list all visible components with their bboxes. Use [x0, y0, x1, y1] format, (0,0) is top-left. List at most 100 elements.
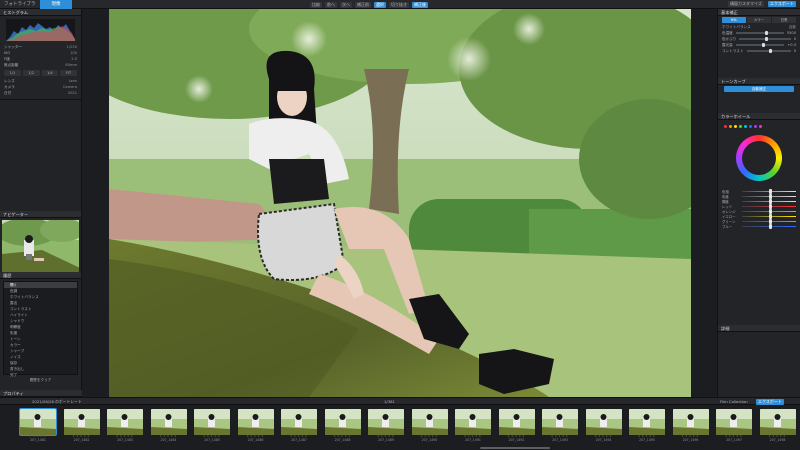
filmstrip-thumbnail[interactable]: ★★★★★ 207_1489 [366, 408, 405, 448]
navigator-preview[interactable] [2, 220, 79, 272]
filmstrip-thumbnail[interactable]: ★★★★★ 207_1498 [758, 408, 797, 448]
right-panel: 基本補正 HSL カラー 白黒 ホワイトバランス 自動 色温度 5500 色かぶり 0… [717, 9, 800, 397]
filmstrip-thumbnail[interactable]: ★★★★★ 207_1482 [62, 408, 101, 448]
hsl-slider[interactable] [742, 219, 796, 224]
zoom-1-2-button[interactable]: 1/2 [22, 70, 40, 76]
thumbnail-image [411, 409, 448, 435]
thumbnail-filename: 207_1483 [117, 438, 133, 442]
swatch-purple[interactable] [754, 124, 757, 128]
slider-knob[interactable] [769, 224, 772, 229]
hsl-slider[interactable] [742, 204, 796, 209]
detail-header[interactable]: 詳細 [718, 325, 800, 332]
thumbnail-image [368, 409, 404, 435]
zoom-1-4-button[interactable]: 1/4 [41, 70, 59, 76]
filmstrip-thumbnail[interactable]: ★★★★★ 207_1490 [410, 408, 449, 448]
swatch-red[interactable] [724, 124, 727, 128]
filmstrip-thumbnail[interactable]: ★★★★★ 207_1481 [18, 408, 57, 448]
color-wheel[interactable] [736, 135, 782, 181]
filmstrip-scrollbar[interactable] [480, 447, 550, 449]
export-top-button[interactable]: エクスポート [768, 1, 796, 7]
swatch-aqua[interactable] [744, 124, 747, 128]
contrast-slider[interactable] [746, 48, 791, 54]
zoom-fit-button[interactable]: FIT [60, 70, 77, 76]
properties-header[interactable]: プロパティ [0, 390, 82, 397]
mode-bw-button[interactable]: 白黒 [772, 17, 796, 23]
filmstrip-thumbnail[interactable]: ★★★★★ 207_1485 [192, 408, 231, 448]
select-tool-button[interactable]: 選択 [374, 1, 386, 8]
image-viewer[interactable] [82, 9, 717, 397]
filmstrip-thumbnail[interactable]: ★★★★★ 207_1488 [323, 408, 362, 448]
crop-tool-button[interactable]: 切り抜き [389, 1, 409, 8]
tab-develop[interactable]: 現像 [40, 0, 72, 9]
filmstrip-thumbnail[interactable]: ★★★★★ 207_1495 [627, 408, 666, 448]
filmstrip-thumbnail[interactable]: ★★★★★ 207_1486 [236, 408, 275, 448]
filmstrip-thumbnail[interactable]: ★★★★★ 207_1484 [149, 408, 188, 448]
thumbnail-filename: 207_1491 [465, 438, 481, 442]
hsl-rows: 色相 彩度 輝度 レッド オレンジ イエロー グリーン ブルー [718, 189, 800, 229]
navigator-header[interactable]: ナビゲーター [0, 211, 81, 218]
filmstrip-thumbnail[interactable]: ★★★★★ 207_1483 [105, 408, 144, 448]
filmstrip-thumbnail[interactable]: ★★★★★ 207_1494 [584, 408, 623, 448]
mode-color-button[interactable]: カラー [747, 17, 771, 23]
histogram-graph [6, 23, 75, 41]
hsl-slider[interactable] [742, 189, 796, 194]
swatch-yellow[interactable] [734, 124, 737, 128]
tint-slider[interactable] [739, 36, 791, 42]
filmstrip-thumbnail[interactable]: ★★★★★ 207_1493 [540, 408, 579, 448]
thumbnail-image [324, 409, 361, 435]
auto-adjust-button[interactable]: 自動補正 [724, 86, 794, 92]
exif-value: 85mm [65, 63, 77, 67]
exposure-slider[interactable] [735, 42, 785, 48]
tab-library[interactable]: フォトライブラリ [0, 0, 40, 16]
thumbnail-image [19, 408, 57, 436]
filmstrip-thumbnail[interactable]: ★★★★★ 207_1496 [671, 408, 710, 448]
filmstrip-bar: 2021/06/26 のポートレート 1/381 Film Collection… [0, 397, 800, 405]
slider-knob[interactable] [769, 189, 772, 194]
thumbnail-image [716, 409, 752, 435]
hsl-slider[interactable] [742, 199, 796, 204]
thumbnail-filename: 207_1487 [291, 438, 307, 442]
slider-knob[interactable] [769, 194, 772, 199]
next-button[interactable]: 次へ [340, 1, 352, 8]
hsl-slider[interactable] [742, 209, 796, 214]
mode-hsl-button[interactable]: HSL [722, 17, 746, 23]
basic-adjust-header[interactable]: 基本補正 [718, 9, 800, 16]
filmstrip-thumbnail[interactable]: ★★★★★ 207_1491 [453, 408, 492, 448]
zoom-1-1-button[interactable]: 1/1 [4, 70, 21, 76]
compose-button[interactable]: 構図カスタマイズ [728, 1, 764, 7]
slider-knob[interactable] [769, 219, 772, 224]
prev-button[interactable]: 前へ [325, 1, 337, 8]
history-header[interactable]: 履歴 [0, 272, 81, 279]
swatch-orange[interactable] [729, 124, 732, 128]
swatch-magenta[interactable] [759, 124, 762, 128]
left-panel: ヒストグラム シャッター 1/250 ISO 100 F値 2.0 焦点距離 85mm … [0, 9, 82, 397]
thumbnail-filename: 207_1486 [247, 438, 264, 442]
filmstrip: ★★★★★ 207_1481 ★★★★★ 207_1482 ★★★★★ 207_1483 ★… [0, 405, 800, 450]
slider-knob[interactable] [769, 214, 772, 219]
histogram [6, 19, 75, 41]
thumbnail-image [63, 409, 100, 435]
tone-curve-header[interactable]: トーンカーブ [718, 78, 800, 85]
main-photo[interactable] [109, 9, 691, 397]
compare-button[interactable]: 比較 [310, 1, 322, 8]
swatch-green[interactable] [739, 124, 742, 128]
before-button[interactable]: 補正前 [355, 1, 371, 8]
exif-label: 焦点距離 [4, 63, 19, 67]
hsl-row: ブルー [718, 224, 800, 229]
filmstrip-thumbnail[interactable]: ★★★★★ 207_1492 [497, 408, 536, 448]
swatch-blue[interactable] [749, 124, 752, 128]
filmstrip-thumbnail[interactable]: ★★★★★ 207_1487 [279, 408, 318, 448]
hsl-slider[interactable] [742, 224, 796, 229]
histogram-header[interactable]: ヒストグラム [0, 9, 81, 16]
slider-knob[interactable] [769, 209, 772, 214]
after-button[interactable]: 補正後 [412, 1, 428, 8]
filmstrip-thumbnail[interactable]: ★★★★★ 207_1497 [714, 408, 753, 448]
temperature-slider[interactable] [735, 30, 784, 36]
hsl-slider[interactable] [742, 214, 796, 219]
color-wheel-header[interactable]: カラーホイール [718, 113, 800, 120]
slider-knob[interactable] [769, 204, 772, 209]
slider-knob[interactable] [769, 199, 772, 204]
thumbnail-image [455, 409, 491, 435]
adjust-value: 0 [793, 49, 796, 53]
hsl-slider[interactable] [742, 194, 796, 199]
